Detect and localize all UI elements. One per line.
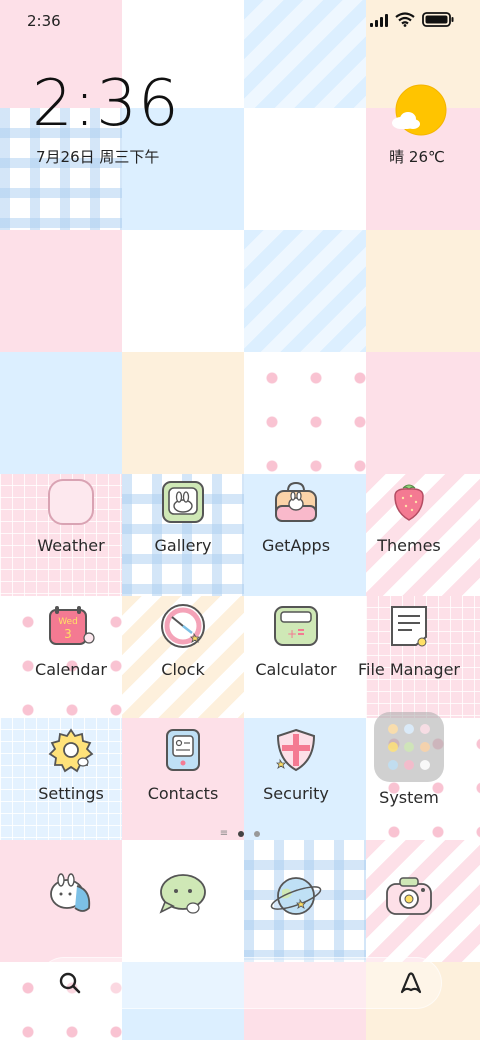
- app-label: Security: [263, 784, 329, 803]
- status-time: 2:36: [27, 12, 61, 30]
- getapps-icon: [268, 474, 324, 530]
- messages-icon: [159, 874, 206, 914]
- weather-text[interactable]: 晴 26℃: [372, 146, 462, 167]
- themes-icon: [381, 474, 437, 530]
- app-label: System: [379, 788, 439, 807]
- dock-phone[interactable]: [43, 868, 99, 924]
- app-label: Settings: [38, 784, 104, 803]
- assistant-icon[interactable]: [398, 971, 424, 995]
- wallpaper-tile: [0, 352, 122, 474]
- app-gallery[interactable]: Gallery: [122, 474, 244, 555]
- settings-icon: [43, 722, 99, 778]
- clock-widget-time[interactable]: 2:36: [32, 72, 180, 136]
- status-bar: 2:36: [0, 0, 480, 42]
- wallpaper-tile: [122, 352, 244, 474]
- calculator-icon: +: [268, 598, 324, 654]
- sun-cloud-icon: [392, 84, 447, 136]
- app-themes[interactable]: Themes: [348, 474, 470, 555]
- wallpaper-tile: [244, 352, 366, 474]
- app-weather[interactable]: Weather: [10, 474, 132, 555]
- app-security[interactable]: Security: [235, 722, 357, 803]
- wallpaper-tile: [244, 230, 366, 352]
- search-bar[interactable]: [38, 957, 442, 1009]
- folder-icon: [374, 712, 444, 782]
- security-icon: [268, 722, 324, 778]
- app-folder-system[interactable]: System: [348, 712, 470, 807]
- app-contacts[interactable]: Contacts: [122, 722, 244, 803]
- app-label: Contacts: [147, 784, 219, 803]
- gallery-icon: [155, 474, 211, 530]
- app-label: Themes: [377, 536, 441, 555]
- page-list-icon: ≡: [219, 828, 229, 839]
- page-dot: [254, 831, 261, 837]
- signal-icon: [370, 13, 388, 27]
- app-calculator[interactable]: + Calculator: [235, 598, 357, 679]
- clock-widget-date[interactable]: 7月26日 周三下午: [36, 146, 159, 167]
- browser-icon: [270, 877, 322, 915]
- page-dot-active: [238, 831, 245, 837]
- app-label: Weather: [37, 536, 105, 555]
- status-icons: [370, 12, 454, 27]
- app-settings[interactable]: Settings: [10, 722, 132, 803]
- dock-browser[interactable]: [268, 868, 324, 924]
- page-indicator[interactable]: ≡: [0, 829, 480, 839]
- app-label: Clock: [161, 660, 205, 679]
- app-label: Calculator: [255, 660, 337, 679]
- app-label: Calendar: [35, 660, 107, 679]
- dock-messages[interactable]: [155, 868, 211, 924]
- calendar-icon-day: 3: [64, 627, 72, 641]
- dock-camera[interactable]: [381, 868, 437, 924]
- wallpaper-tile: [244, 108, 366, 230]
- app-clock[interactable]: Clock: [122, 598, 244, 679]
- clock-icon: [155, 598, 211, 654]
- app-label: GetApps: [261, 536, 331, 555]
- file-manager-icon: [381, 598, 437, 654]
- wallpaper-tile: [366, 352, 480, 474]
- wallpaper-tile: [0, 230, 122, 352]
- svg-text:+: +: [287, 627, 297, 641]
- contacts-icon: [155, 722, 211, 778]
- phone-icon: [50, 873, 91, 912]
- search-icon[interactable]: [58, 971, 82, 995]
- app-file-manager[interactable]: File Manager: [348, 598, 470, 679]
- app-label: Gallery: [154, 536, 212, 555]
- app-calendar[interactable]: Wed 3 Calendar: [10, 598, 132, 679]
- calendar-icon-weekday: Wed: [58, 617, 78, 627]
- wallpaper-tile: [366, 230, 480, 352]
- app-getapps[interactable]: GetApps: [235, 474, 357, 555]
- wallpaper-tile: [122, 230, 244, 352]
- app-label: File Manager: [358, 660, 460, 679]
- camera-icon: [386, 877, 432, 915]
- wifi-icon: [395, 12, 415, 27]
- battery-full-icon: [422, 12, 454, 27]
- weather-icon: [43, 474, 99, 530]
- weather-widget[interactable]: [382, 84, 452, 144]
- calendar-icon: Wed 3: [43, 598, 99, 654]
